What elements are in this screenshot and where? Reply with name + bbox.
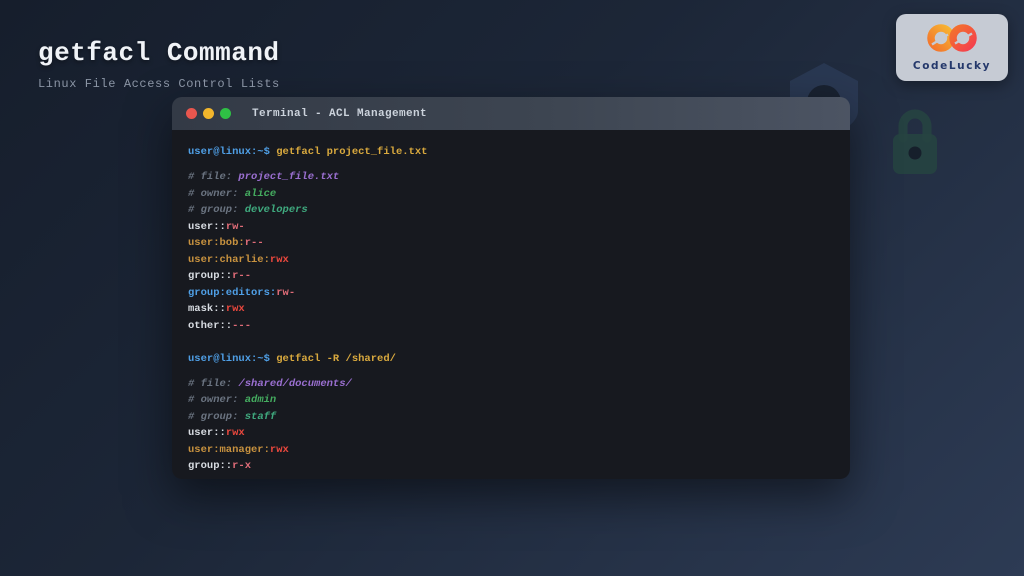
terminal-segment-comment: # group: [188, 204, 245, 216]
terminal-line: # file: /shared/documents/ [188, 376, 834, 393]
terminal-segment-perm_partial: r-- [232, 270, 251, 282]
terminal-segment-group: staff [245, 411, 277, 423]
terminal-segment-perm_full: rwx [226, 427, 245, 439]
terminal-line: user:charlie:rwx [188, 252, 834, 269]
terminal-segment-owner: alice [245, 188, 277, 200]
terminal-line: group::r-- [188, 268, 834, 285]
terminal-segment-comment: # file: [188, 378, 238, 390]
terminal-segment-owner: admin [245, 394, 277, 406]
page-title: getfacl Command [38, 38, 280, 68]
infinity-icon [924, 23, 980, 58]
terminal-segment-path: project_file.txt [238, 171, 339, 183]
terminal-line: # owner: alice [188, 186, 834, 203]
terminal-line: other::--- [188, 318, 834, 335]
page-subtitle: Linux File Access Control Lists [38, 77, 280, 91]
terminal-segment-perm_partial: r-x [232, 460, 251, 472]
minimize-button[interactable] [203, 108, 214, 119]
terminal-segment-perm_full: rwx [226, 303, 245, 315]
terminal-segment-group: developers [245, 204, 308, 216]
terminal-segment-plain: group:: [188, 270, 232, 282]
terminal-segment-plain: user:: [188, 221, 226, 233]
terminal-output[interactable]: user@linux:~$ getfacl project_file.txt # … [172, 130, 850, 479]
terminal-line: user:manager:rwx [188, 442, 834, 459]
terminal-line: user::rw- [188, 219, 834, 236]
terminal-line: mask::rwx [188, 301, 834, 318]
terminal-segment-perm_full: rwx [270, 444, 289, 456]
maximize-button[interactable] [220, 108, 231, 119]
terminal-segment-perm_partial: rw- [276, 287, 295, 299]
terminal-segment-groupname: group:editors: [188, 287, 276, 299]
terminal-segment-plain: user:: [188, 427, 226, 439]
terminal-line: user@linux:~$ getfacl -R /shared/ [188, 351, 834, 368]
terminal-segment-comment: # owner: [188, 394, 245, 406]
brand-name: CodeLucky [913, 60, 991, 72]
terminal-segment-command: getfacl project_file.txt [276, 146, 427, 158]
terminal-segment-perm_full: rwx [270, 254, 289, 266]
window-controls [186, 108, 231, 119]
brand-card: CodeLucky [896, 14, 1008, 81]
terminal-segment-perm_partial: --- [232, 320, 251, 332]
terminal-line: # file: project_file.txt [188, 169, 834, 186]
terminal-line [188, 334, 834, 351]
terminal-segment-user: user:charlie: [188, 254, 270, 266]
terminal-segment-plain: group:: [188, 460, 232, 472]
terminal-line: group:editors:rw- [188, 285, 834, 302]
lock-icon [886, 104, 944, 181]
terminal-window: Terminal - ACL Management user@linux:~$ … [172, 97, 850, 479]
terminal-line: # owner: admin [188, 392, 834, 409]
terminal-segment-user: user:manager: [188, 444, 270, 456]
terminal-segment-comment: # group: [188, 411, 245, 423]
terminal-segment-plain: mask:: [188, 303, 226, 315]
terminal-segment-command: getfacl -R /shared/ [276, 353, 396, 365]
terminal-segment-prompt: user@linux:~$ [188, 146, 276, 158]
terminal-titlebar[interactable]: Terminal - ACL Management [172, 97, 850, 130]
terminal-line: # group: developers [188, 202, 834, 219]
terminal-segment-comment: # owner: [188, 188, 245, 200]
terminal-segment-comment: # file: [188, 171, 238, 183]
terminal-segment-user: user:bob: [188, 237, 245, 249]
terminal-line: group::r-x [188, 458, 834, 475]
terminal-segment-path: /shared/documents/ [238, 378, 351, 390]
page-header: getfacl Command Linux File Access Contro… [38, 38, 280, 91]
terminal-title: Terminal - ACL Management [252, 108, 427, 120]
terminal-line: # group: staff [188, 409, 834, 426]
terminal-line: user:bob:r-- [188, 235, 834, 252]
terminal-segment-perm_partial: rw- [226, 221, 245, 233]
terminal-segment-prompt: user@linux:~$ [188, 353, 276, 365]
terminal-segment-plain: other:: [188, 320, 232, 332]
terminal-line: user@linux:~$ getfacl project_file.txt [188, 144, 834, 161]
close-button[interactable] [186, 108, 197, 119]
terminal-segment-perm_partial: r-- [245, 237, 264, 249]
terminal-line: user::rwx [188, 425, 834, 442]
